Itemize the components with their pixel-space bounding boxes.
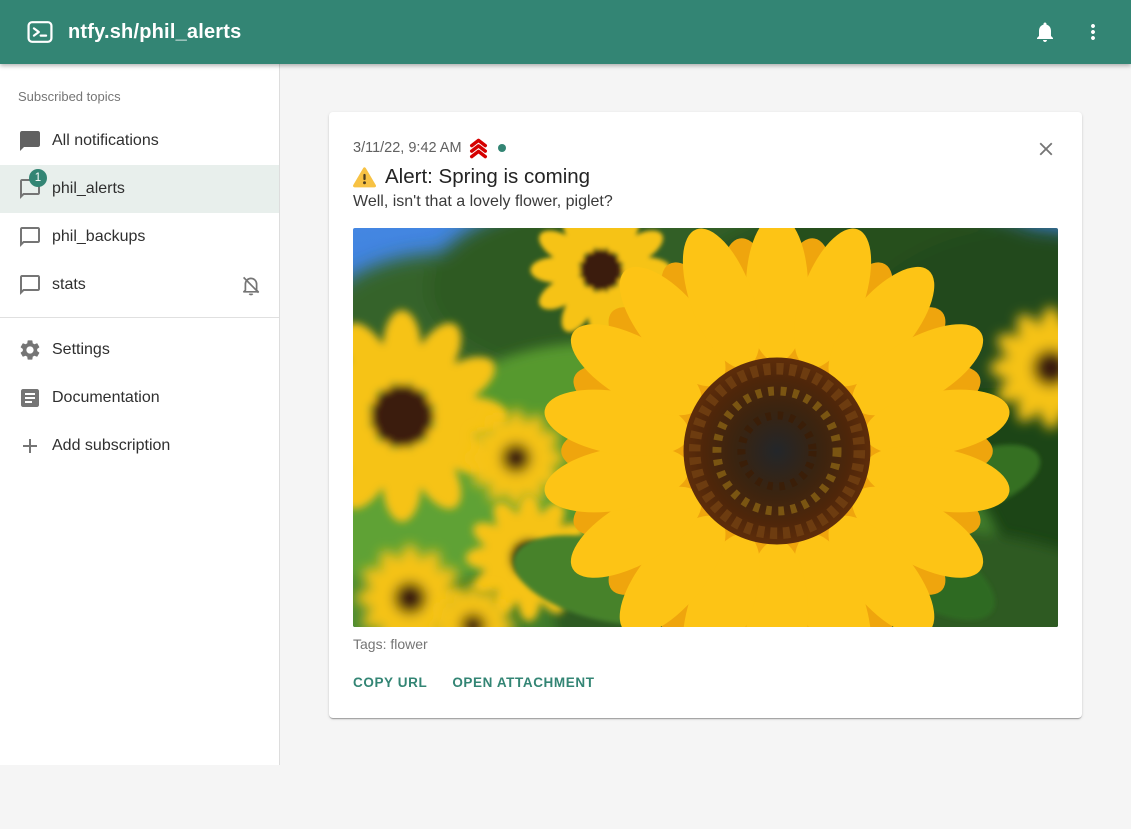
attachment-image[interactable]: [353, 228, 1058, 627]
sidebar-item-phil-backups[interactable]: phil_backups: [0, 213, 279, 261]
ntfy-terminal-logo-icon: [26, 18, 54, 46]
priority-high-icon: [467, 137, 490, 160]
notification-title-row: Alert: Spring is coming: [353, 165, 1058, 189]
sidebar-item-label: Settings: [52, 341, 263, 359]
sidebar-item-label: phil_backups: [52, 228, 263, 246]
notifications-bell-button[interactable]: [1021, 8, 1069, 56]
sidebar-item-settings[interactable]: Settings: [0, 326, 279, 374]
close-icon: [1035, 138, 1057, 160]
open-attachment-button[interactable]: OPEN ATTACHMENT: [444, 665, 602, 700]
sidebar-item-add-subscription[interactable]: Add subscription: [0, 422, 279, 470]
sidebar-item-label: Documentation: [52, 389, 263, 407]
chat-bubble-filled-icon: [18, 129, 42, 153]
sidebar-item-documentation[interactable]: Documentation: [0, 374, 279, 422]
overflow-menu-button[interactable]: [1069, 8, 1117, 56]
plus-icon: [18, 434, 42, 458]
sidebar-item-label: stats: [52, 276, 229, 294]
notification-tags: Tags: flower: [353, 636, 1058, 652]
chat-bubble-outline-icon: [18, 225, 42, 249]
notification-card: 3/11/22, 9:42 AM Alert: Spring is coming: [329, 112, 1082, 718]
gear-icon: [18, 338, 42, 362]
notification-meta-row: 3/11/22, 9:42 AM: [353, 138, 1058, 158]
sidebar-divider: [0, 317, 279, 318]
sidebar-item-label: Add subscription: [52, 437, 263, 455]
unread-dot: [498, 144, 506, 152]
sidebar-item-all-notifications[interactable]: All notifications: [0, 117, 279, 165]
sidebar-item-stats[interactable]: stats: [0, 261, 279, 309]
sidebar: Subscribed topics All notifications 1 ph…: [0, 64, 280, 765]
app-bar: ntfy.sh/phil_alerts: [0, 0, 1131, 64]
article-icon: [18, 386, 42, 410]
notification-actions: COPY URL OPEN ATTACHMENT: [345, 665, 1058, 708]
delete-notification-button[interactable]: [1032, 136, 1060, 164]
warning-emoji-icon: [353, 167, 376, 188]
sidebar-item-phil-alerts[interactable]: 1 phil_alerts: [0, 165, 279, 213]
notification-body: Well, isn't that a lovely flower, piglet…: [353, 193, 1058, 211]
bell-icon: [1033, 20, 1057, 44]
notification-title: Alert: Spring is coming: [385, 165, 590, 189]
notification-timestamp: 3/11/22, 9:42 AM: [353, 140, 462, 156]
unread-count-badge: 1: [29, 169, 47, 187]
main-content: 3/11/22, 9:42 AM Alert: Spring is coming: [280, 64, 1131, 765]
notifications-muted-icon: [239, 273, 263, 297]
kebab-menu-icon: [1081, 20, 1105, 44]
subscribed-topics-label: Subscribed topics: [0, 64, 279, 117]
page-title: ntfy.sh/phil_alerts: [68, 21, 241, 44]
sidebar-item-label: phil_alerts: [52, 180, 263, 198]
copy-url-button[interactable]: COPY URL: [345, 665, 435, 700]
sidebar-item-label: All notifications: [52, 132, 263, 150]
chat-bubble-outline-icon: [18, 273, 42, 297]
chat-bubble-outline-icon: 1: [18, 177, 42, 201]
